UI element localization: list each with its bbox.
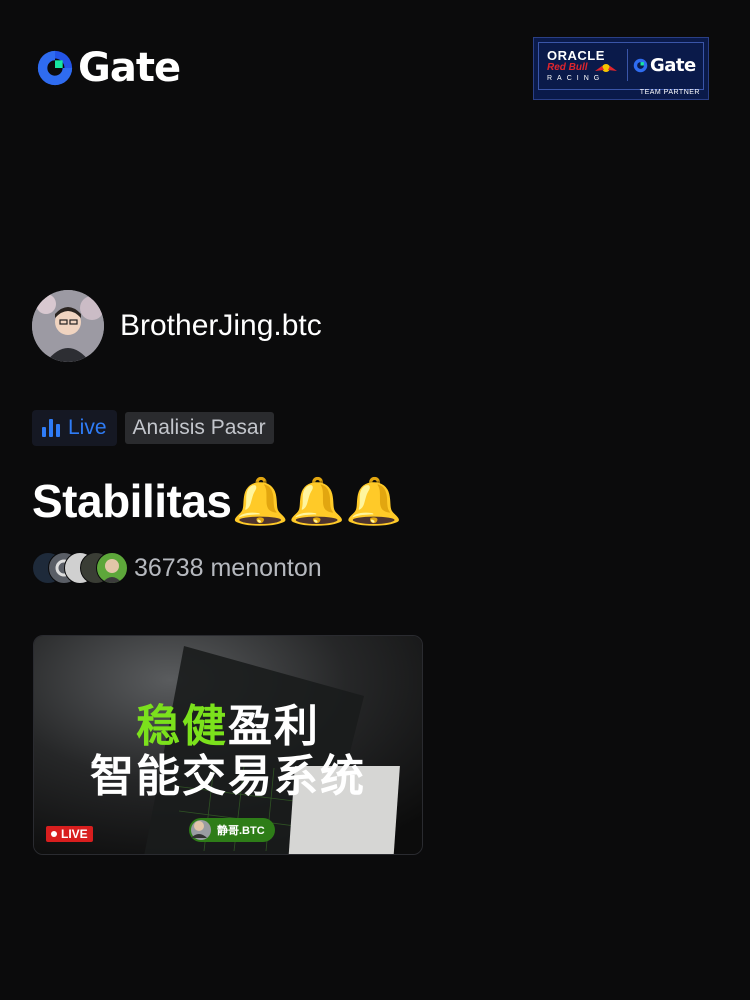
viewer-avatar [96,552,128,584]
partner-divider [627,49,628,81]
streamer-info[interactable]: BrotherJing.btc [32,290,322,362]
avatar-image [32,290,104,362]
live-bars-icon [42,419,60,437]
category-tag-label: Analisis Pasar [132,416,266,439]
stream-thumbnail[interactable]: 稳健盈利 智能交易系统 LIVE 静哥.BTC [33,635,423,855]
redbull-bulls-icon [595,64,617,72]
stream-tags: Live Analisis Pasar [32,410,274,446]
viewer-info: 36738 menonton [32,552,322,584]
thumbnail-subheadline: 智能交易系统 [90,752,366,801]
category-tag[interactable]: Analisis Pasar [124,412,274,444]
partner-badge-frame: ORACLE Red Bull RACING Gate [538,42,704,90]
redbull-label: Red Bull [547,62,588,73]
stream-title: Stabilitas🔔🔔🔔 [32,475,402,527]
gate-logo-icon [633,58,648,73]
live-tag-label: Live [68,416,107,439]
logo-text: Gate [78,45,181,91]
host-avatar [191,820,211,840]
host-pill: 静哥.BTC [189,818,275,842]
gate-logo[interactable]: Gate [36,45,181,91]
live-dot-icon [51,831,57,837]
team-partner-label: TEAM PARTNER [639,89,700,96]
live-tag: Live [32,410,117,446]
viewer-count: 36738 menonton [134,553,322,582]
streamer-avatar[interactable] [32,290,104,362]
live-badge-label: LIVE [61,827,88,841]
partner-gate-logo: Gate [633,55,696,76]
host-name: 静哥.BTC [217,825,265,837]
team-partner-badge: ORACLE Red Bull RACING Gate TEAM PARTNER [533,37,709,100]
streamer-name[interactable]: BrotherJing.btc [120,309,322,343]
partner-gate-text: Gate [650,55,696,76]
live-badge: LIVE [46,826,93,842]
viewer-avatars [32,552,130,584]
oracle-label: ORACLE [547,48,605,63]
gate-logo-icon [37,50,73,86]
racing-label: RACING [547,75,605,82]
